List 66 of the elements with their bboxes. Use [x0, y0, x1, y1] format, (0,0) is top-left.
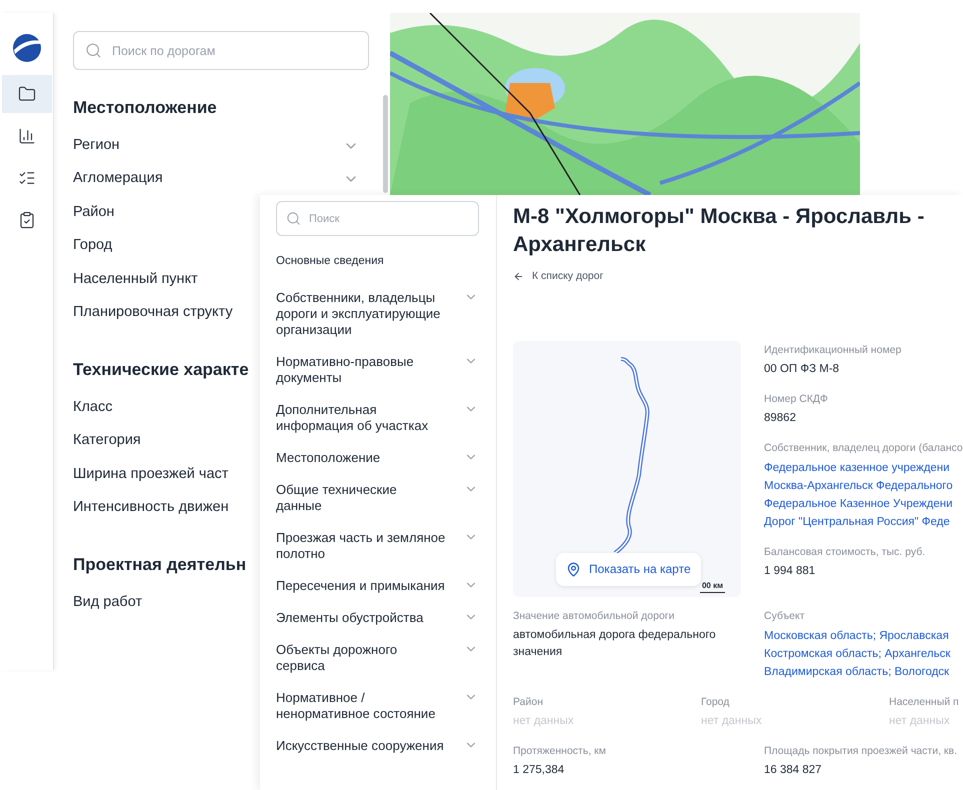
filter-item[interactable]: Планировочная структу	[73, 302, 233, 324]
filter-item[interactable]: Класс	[73, 396, 112, 419]
field-link[interactable]: Костромская область; Архангельск	[764, 644, 963, 663]
section-link[interactable]: Пересечения и примыкания	[276, 578, 478, 594]
section-link[interactable]: Элементы обустройства	[276, 610, 478, 626]
filter-item[interactable]: Категория	[73, 430, 141, 452]
field-value: 1 994 881	[764, 564, 816, 579]
section-link[interactable]: Местоположение	[276, 450, 478, 466]
section-heading: Местоположение	[73, 97, 217, 119]
logo-icon	[12, 33, 42, 63]
filter-item[interactable]: Район	[73, 202, 114, 224]
field-link[interactable]: Дорог "Центральная Россия" Феде	[764, 512, 963, 531]
filter-item[interactable]: Интенсивность движен	[73, 497, 229, 520]
field-label: Протяженность, км	[513, 744, 607, 758]
search-icon	[85, 42, 102, 59]
section-link[interactable]: Искусственные сооружения	[276, 738, 478, 754]
section-link[interactable]: Общие технические данные	[276, 482, 478, 514]
field-value: 16 384 827	[764, 762, 823, 778]
filter-item[interactable]: Населенный пункт	[73, 268, 198, 291]
back-link[interactable]: К списку дорог	[513, 269, 963, 285]
filter-item[interactable]: Город	[73, 235, 112, 258]
scrollbar[interactable]	[383, 95, 388, 193]
field-label: Собственник, владелец дороги (балансо	[764, 440, 963, 455]
filter-dropdown[interactable]: Агломерация	[73, 168, 359, 190]
field-label: Площадь покрытия проезжей части, кв.	[764, 744, 958, 758]
section-heading: Проектная деятельн	[73, 554, 246, 576]
field-value: автомобильная дорога федерального значения	[513, 628, 717, 660]
field-link[interactable]: Федеральное казенное учреждени	[764, 458, 963, 477]
field-value: нет данных	[701, 714, 763, 729]
field-value: 00 ОП ФЗ М-8	[764, 362, 840, 377]
filter-item[interactable]: Вид работ	[73, 592, 142, 614]
field-label: Идентификационный номер	[764, 342, 902, 357]
field-value: 1 275,384	[513, 762, 566, 778]
field-label: Номер СКДФ	[764, 392, 829, 406]
section-heading: Технические характе	[73, 359, 249, 381]
filter-dropdown[interactable]: Регион	[73, 134, 359, 157]
field-label: Город	[701, 694, 730, 709]
field-label: Населенный п	[889, 694, 960, 709]
field-link[interactable]: Федеральное Казенное Учреждени	[764, 494, 963, 513]
section-link[interactable]: Проезжая часть и земляное полотно	[276, 530, 478, 562]
section-link[interactable]: Нормативно-правовые документы	[276, 354, 478, 386]
field-link[interactable]: Московская область; Ярославская	[764, 626, 963, 645]
filter-item[interactable]: Ширина проезжей част	[73, 464, 228, 486]
section-link[interactable]: Собственники, владельцы дороги и эксплуатирующие организации	[276, 290, 478, 338]
field-link[interactable]: Москва-Архангельск Федерального	[764, 476, 963, 495]
road-title: М-8 "Холмогоры" Москва - Ярославль - Архангельск	[513, 204, 926, 258]
field-label: Значение автомобильной дороги	[513, 608, 676, 623]
search-icon	[286, 211, 301, 226]
field-link[interactable]: Владимирская область; Вологодск	[764, 662, 963, 681]
section-link[interactable]: Нормативное / ненормативное состояние	[276, 690, 478, 722]
field-label: Балансовая стоимость, тыс. руб.	[764, 544, 926, 559]
field-value: нет данных	[513, 714, 575, 729]
map-scale: 00 км	[700, 580, 725, 593]
field-label: Субъект	[764, 608, 806, 623]
section-link[interactable]: Основные сведения	[276, 253, 478, 270]
search-field[interactable]: Поиск	[276, 201, 479, 236]
field-value: нет данных	[889, 714, 951, 729]
map-pin-icon	[566, 562, 581, 577]
show-on-map-button[interactable]: Показать на карте	[556, 552, 701, 586]
section-link[interactable]: Дополнительная информация об участках	[276, 402, 478, 434]
section-link[interactable]: Объекты дорожного сервиса	[276, 642, 478, 674]
arrow-left-icon	[513, 271, 524, 282]
field-label: Район	[513, 694, 544, 709]
folder-icon[interactable]	[2, 75, 52, 113]
field-value: 89862	[764, 410, 797, 426]
search-field[interactable]: Поиск по дорогам	[73, 31, 369, 70]
